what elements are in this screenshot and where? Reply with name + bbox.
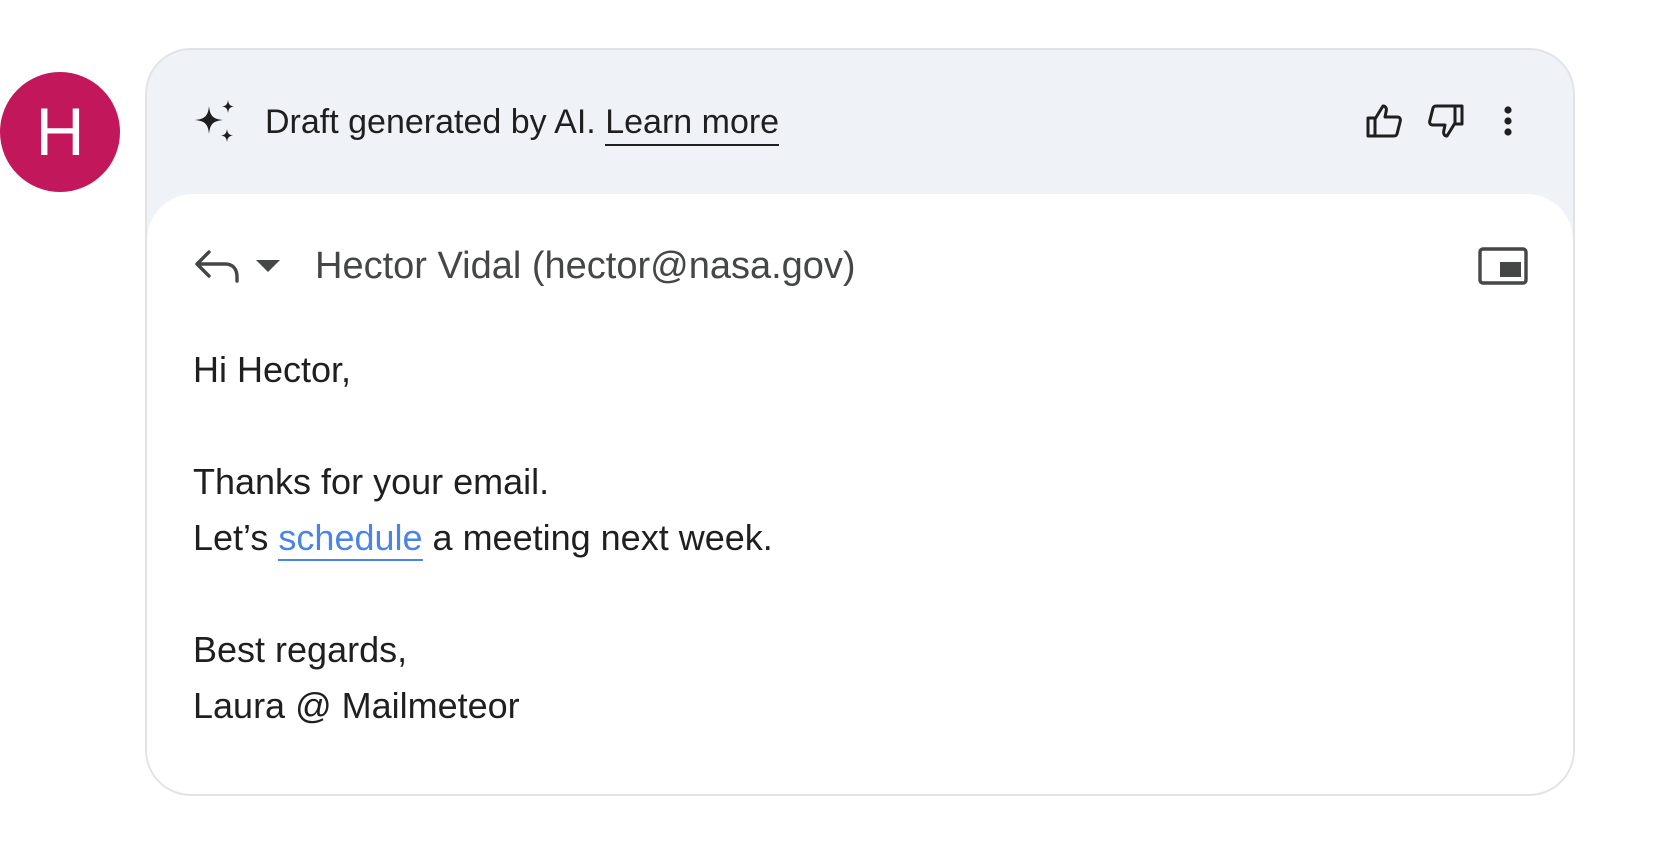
avatar-initial: H [35, 94, 85, 170]
closing-line: Best regards, [193, 629, 408, 670]
compose-panel: Hector Vidal (hector@nasa.gov) Hi Hector… [147, 194, 1573, 794]
recipient-field[interactable]: Hector Vidal (hector@nasa.gov) [315, 245, 856, 288]
ai-draft-label: Draft generated by AI. [265, 103, 596, 141]
body-line-2: Let’s schedule a meeting next week. [193, 510, 773, 566]
thumbs-down-icon[interactable] [1425, 100, 1467, 142]
compose-header: Hector Vidal (hector@nasa.gov) [193, 238, 1529, 294]
reply-icon[interactable] [193, 242, 241, 290]
signature-line: Laura @ Mailmeteor [193, 685, 520, 726]
thumbs-up-icon[interactable] [1363, 100, 1405, 142]
ai-banner: Draft generated by AI. Learn more [147, 50, 1573, 200]
message-body[interactable]: Hi Hector, Thanks for your email. Let’s … [193, 342, 773, 734]
avatar[interactable]: H [0, 72, 120, 192]
pop-out-icon[interactable] [1477, 244, 1529, 288]
learn-more-link[interactable]: Learn more [605, 103, 780, 146]
more-vert-icon[interactable] [1487, 100, 1529, 142]
sparkle-icon [193, 100, 239, 146]
schedule-link[interactable]: schedule [278, 517, 423, 561]
feedback-actions [1363, 100, 1529, 142]
arrow-drop-down-icon[interactable] [251, 249, 285, 283]
draft-card: Draft generated by AI. Learn more Hector… [145, 48, 1575, 796]
body-line-2-end: a meeting next week. [432, 517, 773, 558]
body-line-2-start: Let’s [193, 517, 269, 558]
body-line-1: Thanks for your email. [193, 461, 550, 502]
ai-draft-view: H Draft generated by AI. Learn more Hect… [0, 0, 1665, 843]
greeting-line: Hi Hector, [193, 349, 352, 390]
ai-draft-notice: Draft generated by AI. Learn more [265, 102, 780, 146]
